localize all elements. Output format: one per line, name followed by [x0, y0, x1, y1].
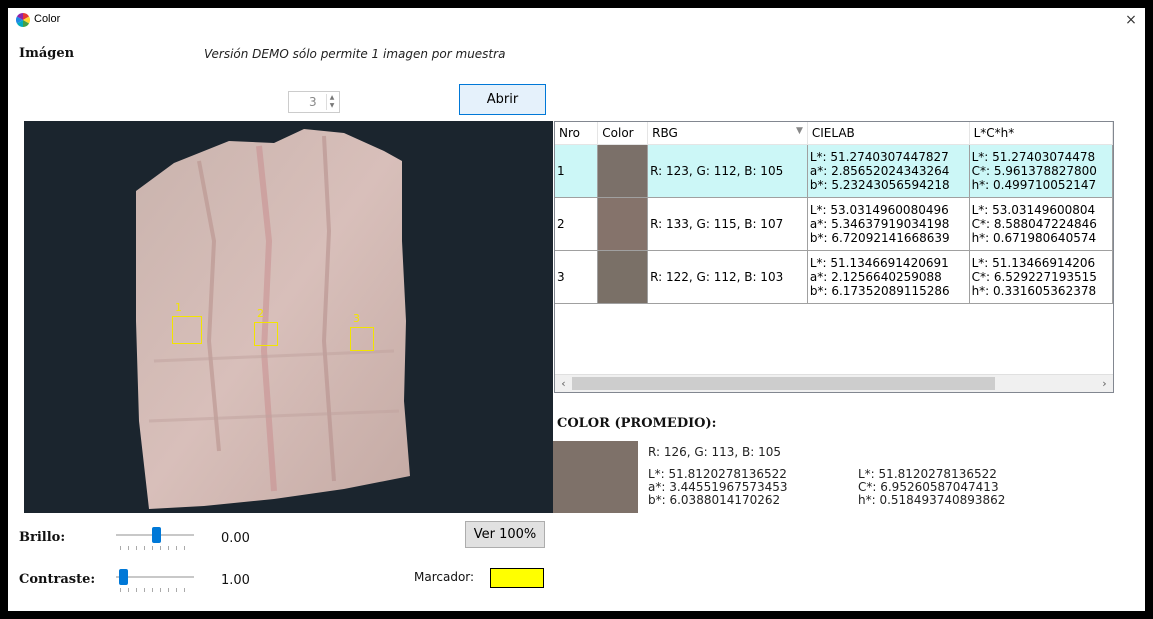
- contrast-ticks: [120, 588, 192, 592]
- marker-color-label: Marcador:: [414, 570, 475, 584]
- average-lab-b: b*: 6.0388014170262: [648, 493, 781, 507]
- cielab-l: L*: 51.1346691420691: [809, 256, 949, 270]
- spinner-value: 3: [309, 95, 317, 109]
- cell-color: [597, 197, 649, 251]
- col-rgb-label: RBG: [652, 126, 678, 140]
- cell-nro: 2: [555, 197, 599, 251]
- average-lab: L*: 51.8120278136522 a*: 3.4455196757345…: [648, 468, 788, 507]
- cell-cielab: L*: 51.1346691420691 a*: 2.1256640259088 b…: [807, 250, 970, 304]
- lch-h: h*: 0.331605362378: [971, 284, 1097, 298]
- cell-nro: 1: [555, 144, 599, 198]
- marker-box-2[interactable]: [254, 322, 278, 346]
- cielab-l: L*: 53.0314960080496: [809, 203, 949, 217]
- color-window: Color × Imágen Versión DEMO sólo permite…: [8, 8, 1145, 611]
- color-wheel-icon: [16, 13, 30, 27]
- lch-h: h*: 0.499710052147: [971, 178, 1097, 192]
- cielab-b: b*: 6.72092141668639: [809, 231, 950, 245]
- cielab-a: a*: 2.1256640259088: [809, 270, 942, 284]
- average-rgb: R: 126, G: 113, B: 105: [648, 445, 782, 459]
- samples-grid: Nro Color RBG ▼ CIELAB L*C*h* 1 R: 123, G:…: [555, 122, 1113, 304]
- cell-rgb: R: 122, G: 112, B: 103: [647, 250, 808, 304]
- lch-h: h*: 0.671980640574: [971, 231, 1097, 245]
- color-swatch: [598, 198, 648, 250]
- cielab-a: a*: 2.85652024343264: [809, 164, 950, 178]
- table-row[interactable]: 3 R: 122, G: 112, B: 103 L*: 51.1346691420…: [555, 250, 1113, 304]
- cell-cielab: L*: 53.0314960080496 a*: 5.34637919034198…: [807, 197, 970, 251]
- brightness-label: Brillo:: [19, 530, 66, 545]
- col-cielab[interactable]: CIELAB: [807, 122, 970, 145]
- table-header: Nro Color RBG ▼ CIELAB L*C*h*: [555, 122, 1113, 145]
- contrast-thumb[interactable]: [119, 569, 128, 585]
- marker-box-1[interactable]: [172, 316, 202, 344]
- col-color[interactable]: Color: [597, 122, 649, 145]
- cell-color: [597, 144, 649, 198]
- marker-number-2: 2: [257, 307, 264, 320]
- demo-notice: Versión DEMO sólo permite 1 imagen por m…: [204, 47, 506, 61]
- cielab-l: L*: 51.2740307447827: [809, 150, 949, 164]
- window-title: Color: [34, 13, 61, 25]
- samples-table[interactable]: Nro Color RBG ▼ CIELAB L*C*h* 1 R: 123, G:…: [554, 121, 1114, 393]
- brightness-thumb[interactable]: [152, 527, 161, 543]
- sample-image[interactable]: 1 2 3: [24, 121, 553, 513]
- average-lch: L*: 51.8120278136522 C*: 6.9526058704741…: [858, 468, 1005, 507]
- lch-l: L*: 53.03149600804: [971, 203, 1096, 217]
- color-swatch: [598, 251, 648, 303]
- open-button[interactable]: Abrir: [459, 84, 546, 115]
- col-lch[interactable]: L*C*h*: [969, 122, 1113, 145]
- cell-lch: L*: 53.03149600804 C*: 8.588047224846 h*: …: [969, 197, 1113, 251]
- cielab-b: b*: 6.17352089115286: [809, 284, 950, 298]
- table-row[interactable]: 2 R: 133, G: 115, B: 107 L*: 53.0314960080…: [555, 197, 1113, 251]
- average-title: COLOR (PROMEDIO):: [557, 416, 717, 431]
- color-swatch: [598, 145, 648, 197]
- lch-c: C*: 8.588047224846: [971, 217, 1097, 231]
- cielab-a: a*: 5.34637919034198: [809, 217, 950, 231]
- lch-l: L*: 51.27403074478: [971, 150, 1096, 164]
- close-button[interactable]: ×: [1121, 10, 1141, 30]
- col-rgb[interactable]: RBG ▼: [647, 122, 808, 145]
- cell-rgb: R: 123, G: 112, B: 105: [647, 144, 808, 198]
- sort-arrow-icon: ▼: [795, 126, 803, 136]
- lch-l: L*: 51.13466914206: [971, 256, 1096, 270]
- cell-lch: L*: 51.13466914206 C*: 6.529227193515 h*: …: [969, 250, 1113, 304]
- brightness-slider[interactable]: [116, 526, 194, 552]
- scroll-right-icon[interactable]: ›: [1096, 375, 1113, 392]
- contrast-value: 1.00: [221, 573, 250, 588]
- contrast-slider[interactable]: [116, 568, 194, 594]
- cell-color: [597, 250, 649, 304]
- view-100-button[interactable]: Ver 100%: [465, 521, 545, 548]
- marker-color-swatch[interactable]: [490, 568, 544, 588]
- cell-cielab: L*: 51.2740307447827 a*: 2.85652024343264…: [807, 144, 970, 198]
- title-bar: Color ×: [8, 8, 1145, 32]
- cell-lch: L*: 51.27403074478 C*: 5.961378827800 h*: …: [969, 144, 1113, 198]
- cell-nro: 3: [555, 250, 599, 304]
- marker-box-3[interactable]: [350, 327, 374, 351]
- brightness-ticks: [120, 546, 192, 550]
- marker-number-3: 3: [353, 312, 360, 325]
- brightness-value: 0.00: [221, 531, 250, 546]
- cell-rgb: R: 133, G: 115, B: 107: [647, 197, 808, 251]
- meat-sample-photo: [24, 121, 553, 513]
- lch-c: C*: 6.529227193515: [971, 270, 1097, 284]
- lch-c: C*: 5.961378827800: [971, 164, 1097, 178]
- horizontal-scrollbar[interactable]: ‹ ›: [555, 374, 1113, 392]
- average-color-swatch: [553, 441, 638, 513]
- scrollbar-thumb[interactable]: [572, 377, 995, 390]
- marker-number-1: 1: [175, 301, 182, 314]
- table-row[interactable]: 1 R: 123, G: 112, B: 105 L*: 51.2740307447…: [555, 144, 1113, 198]
- scroll-left-icon[interactable]: ‹: [555, 375, 572, 392]
- col-nro[interactable]: Nro: [555, 122, 599, 145]
- cielab-b: b*: 5.23243056594218: [809, 178, 950, 192]
- sample-count-spinner[interactable]: 3 ▲ ▼: [288, 91, 340, 113]
- contrast-label: Contraste:: [19, 572, 96, 587]
- spinner-arrows-icon[interactable]: ▲ ▼: [326, 94, 337, 110]
- average-lch-h: h*: 0.518493740893862: [858, 493, 1006, 507]
- image-label: Imágen: [19, 46, 75, 61]
